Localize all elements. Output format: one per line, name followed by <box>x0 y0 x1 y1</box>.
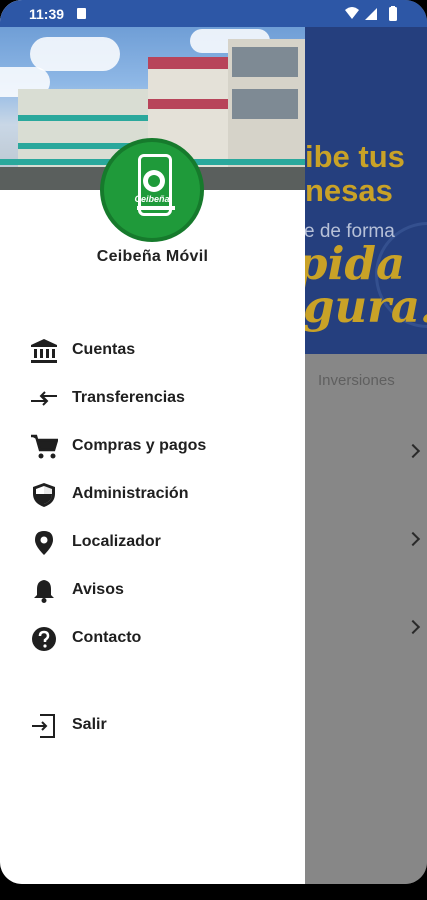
sim-icon <box>77 8 86 19</box>
tab-inversiones[interactable]: Inversiones <box>318 372 395 389</box>
banner-text-line1: ibe tus <box>305 139 405 174</box>
menu-item-label: Localizador <box>72 533 161 550</box>
menu-item-avisos[interactable]: Avisos <box>0 567 305 613</box>
location-pin-icon <box>35 531 53 555</box>
menu-item-label: Avisos <box>72 581 124 598</box>
menu-item-cuentas[interactable]: Cuentas <box>0 327 305 373</box>
system-nav-bar <box>0 884 427 900</box>
menu-item-localizador[interactable]: Localizador <box>0 519 305 565</box>
menu-item-administracion[interactable]: Administración <box>0 471 305 517</box>
chevron-right-icon[interactable] <box>405 443 421 459</box>
help-circle-icon <box>32 627 56 651</box>
status-time: 11:39 <box>29 6 65 22</box>
menu-item-salir[interactable]: Salir <box>0 702 305 748</box>
banner-text-line2: nesas <box>305 173 393 208</box>
menu-item-label: Contacto <box>72 629 142 646</box>
menu-item-label: Transferencias <box>72 389 185 406</box>
banner-text-line5: gura! <box>305 280 427 333</box>
logout-icon <box>32 714 55 738</box>
menu-item-label: Cuentas <box>72 341 136 358</box>
app-name: Ceibeña Móvil <box>96 248 209 265</box>
wifi-icon <box>345 7 359 19</box>
status-icons <box>345 6 397 21</box>
battery-icon <box>389 7 397 21</box>
background-content: Inversiones <box>305 354 427 884</box>
status-bar: 11:39 <box>0 0 427 27</box>
menu-item-compras-pagos[interactable]: Compras y pagos <box>0 423 305 469</box>
logo-text: Ceibeña <box>134 194 170 204</box>
chevron-right-icon[interactable] <box>405 619 421 635</box>
navigation-drawer: Ceibeña Ceibeña Móvil Cuentas Transferen… <box>0 0 305 884</box>
promo-banner[interactable]: ibe tus nesas e de forma pida gura! <box>305 27 427 354</box>
menu-item-label: Salir <box>72 716 107 733</box>
menu-item-label: Compras y pagos <box>72 437 207 454</box>
chevron-right-icon[interactable] <box>405 531 421 547</box>
shield-icon <box>33 483 55 507</box>
bell-icon <box>34 580 54 603</box>
menu-item-contacto[interactable]: Contacto <box>0 615 305 661</box>
transfer-arrows-icon <box>31 391 57 406</box>
menu-item-label: Administración <box>72 485 189 502</box>
bank-icon <box>31 339 57 363</box>
app-logo: Ceibeña <box>100 138 204 242</box>
phone-screen: ibe tus nesas e de forma pida gura! Inve… <box>0 0 427 884</box>
menu-item-transferencias[interactable]: Transferencias <box>0 375 305 421</box>
signal-icon <box>365 8 377 20</box>
cart-icon <box>31 434 58 459</box>
